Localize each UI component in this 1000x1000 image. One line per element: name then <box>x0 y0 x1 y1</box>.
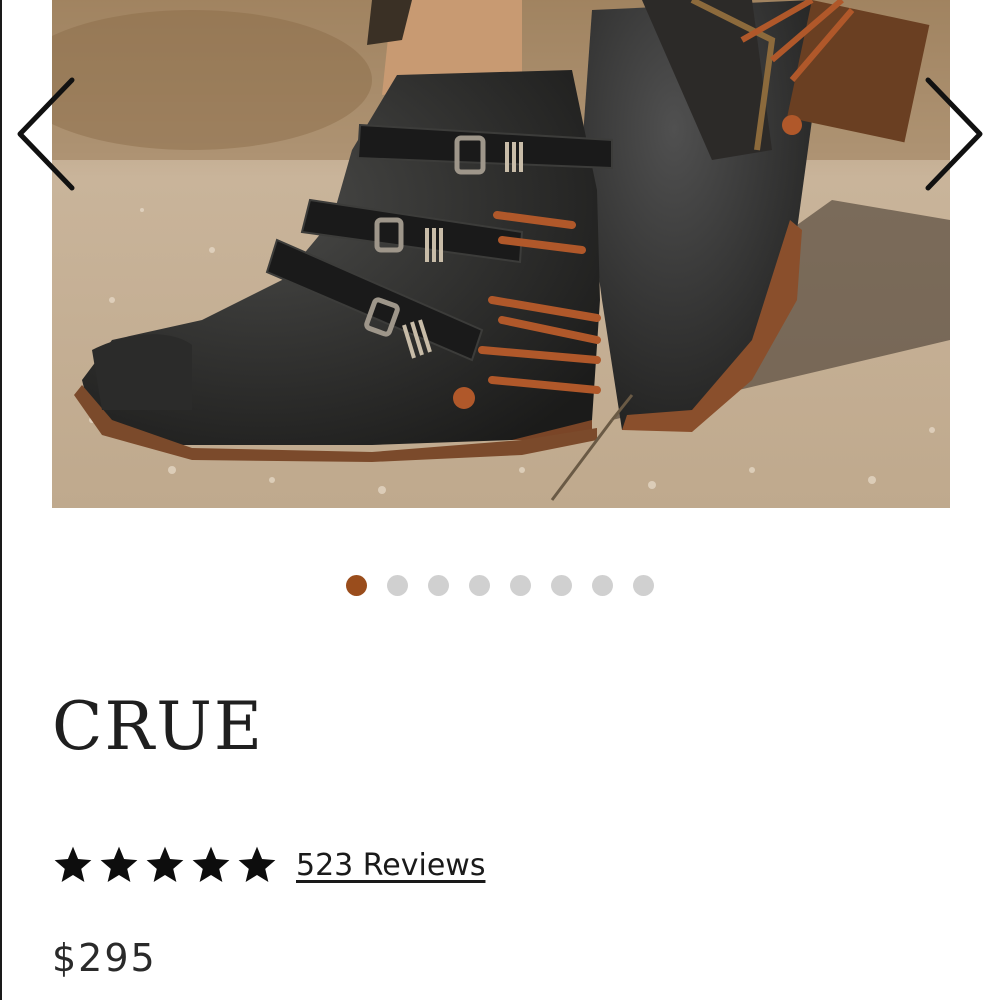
carousel-dot[interactable] <box>469 575 490 596</box>
star-icon <box>192 846 230 882</box>
boot-photo <box>52 0 950 508</box>
product-page: CRUE 523 Reviews $295 <box>0 0 1000 1000</box>
carousel-dot[interactable] <box>633 575 654 596</box>
product-title: CRUE <box>52 688 264 765</box>
product-price: $295 <box>52 936 157 980</box>
chevron-left-icon <box>17 77 75 191</box>
star-icon <box>54 846 92 882</box>
star-icon <box>100 846 138 882</box>
carousel-dot[interactable] <box>428 575 449 596</box>
star-rating <box>52 844 278 886</box>
carousel-dot[interactable] <box>551 575 572 596</box>
carousel-prev-button[interactable] <box>10 74 80 194</box>
product-image[interactable] <box>52 0 950 508</box>
star-icon <box>146 846 184 882</box>
carousel-dot[interactable] <box>510 575 531 596</box>
reviews-link[interactable]: 523 Reviews <box>296 848 485 883</box>
carousel-pagination <box>0 575 1000 597</box>
product-rating: 523 Reviews <box>52 840 485 890</box>
star-icon <box>238 846 276 882</box>
chevron-right-icon <box>925 77 983 191</box>
carousel-dot[interactable] <box>346 575 367 596</box>
carousel-next-button[interactable] <box>920 74 990 194</box>
left-edge-divider <box>0 0 2 1000</box>
carousel-dot[interactable] <box>592 575 613 596</box>
carousel-dot[interactable] <box>387 575 408 596</box>
